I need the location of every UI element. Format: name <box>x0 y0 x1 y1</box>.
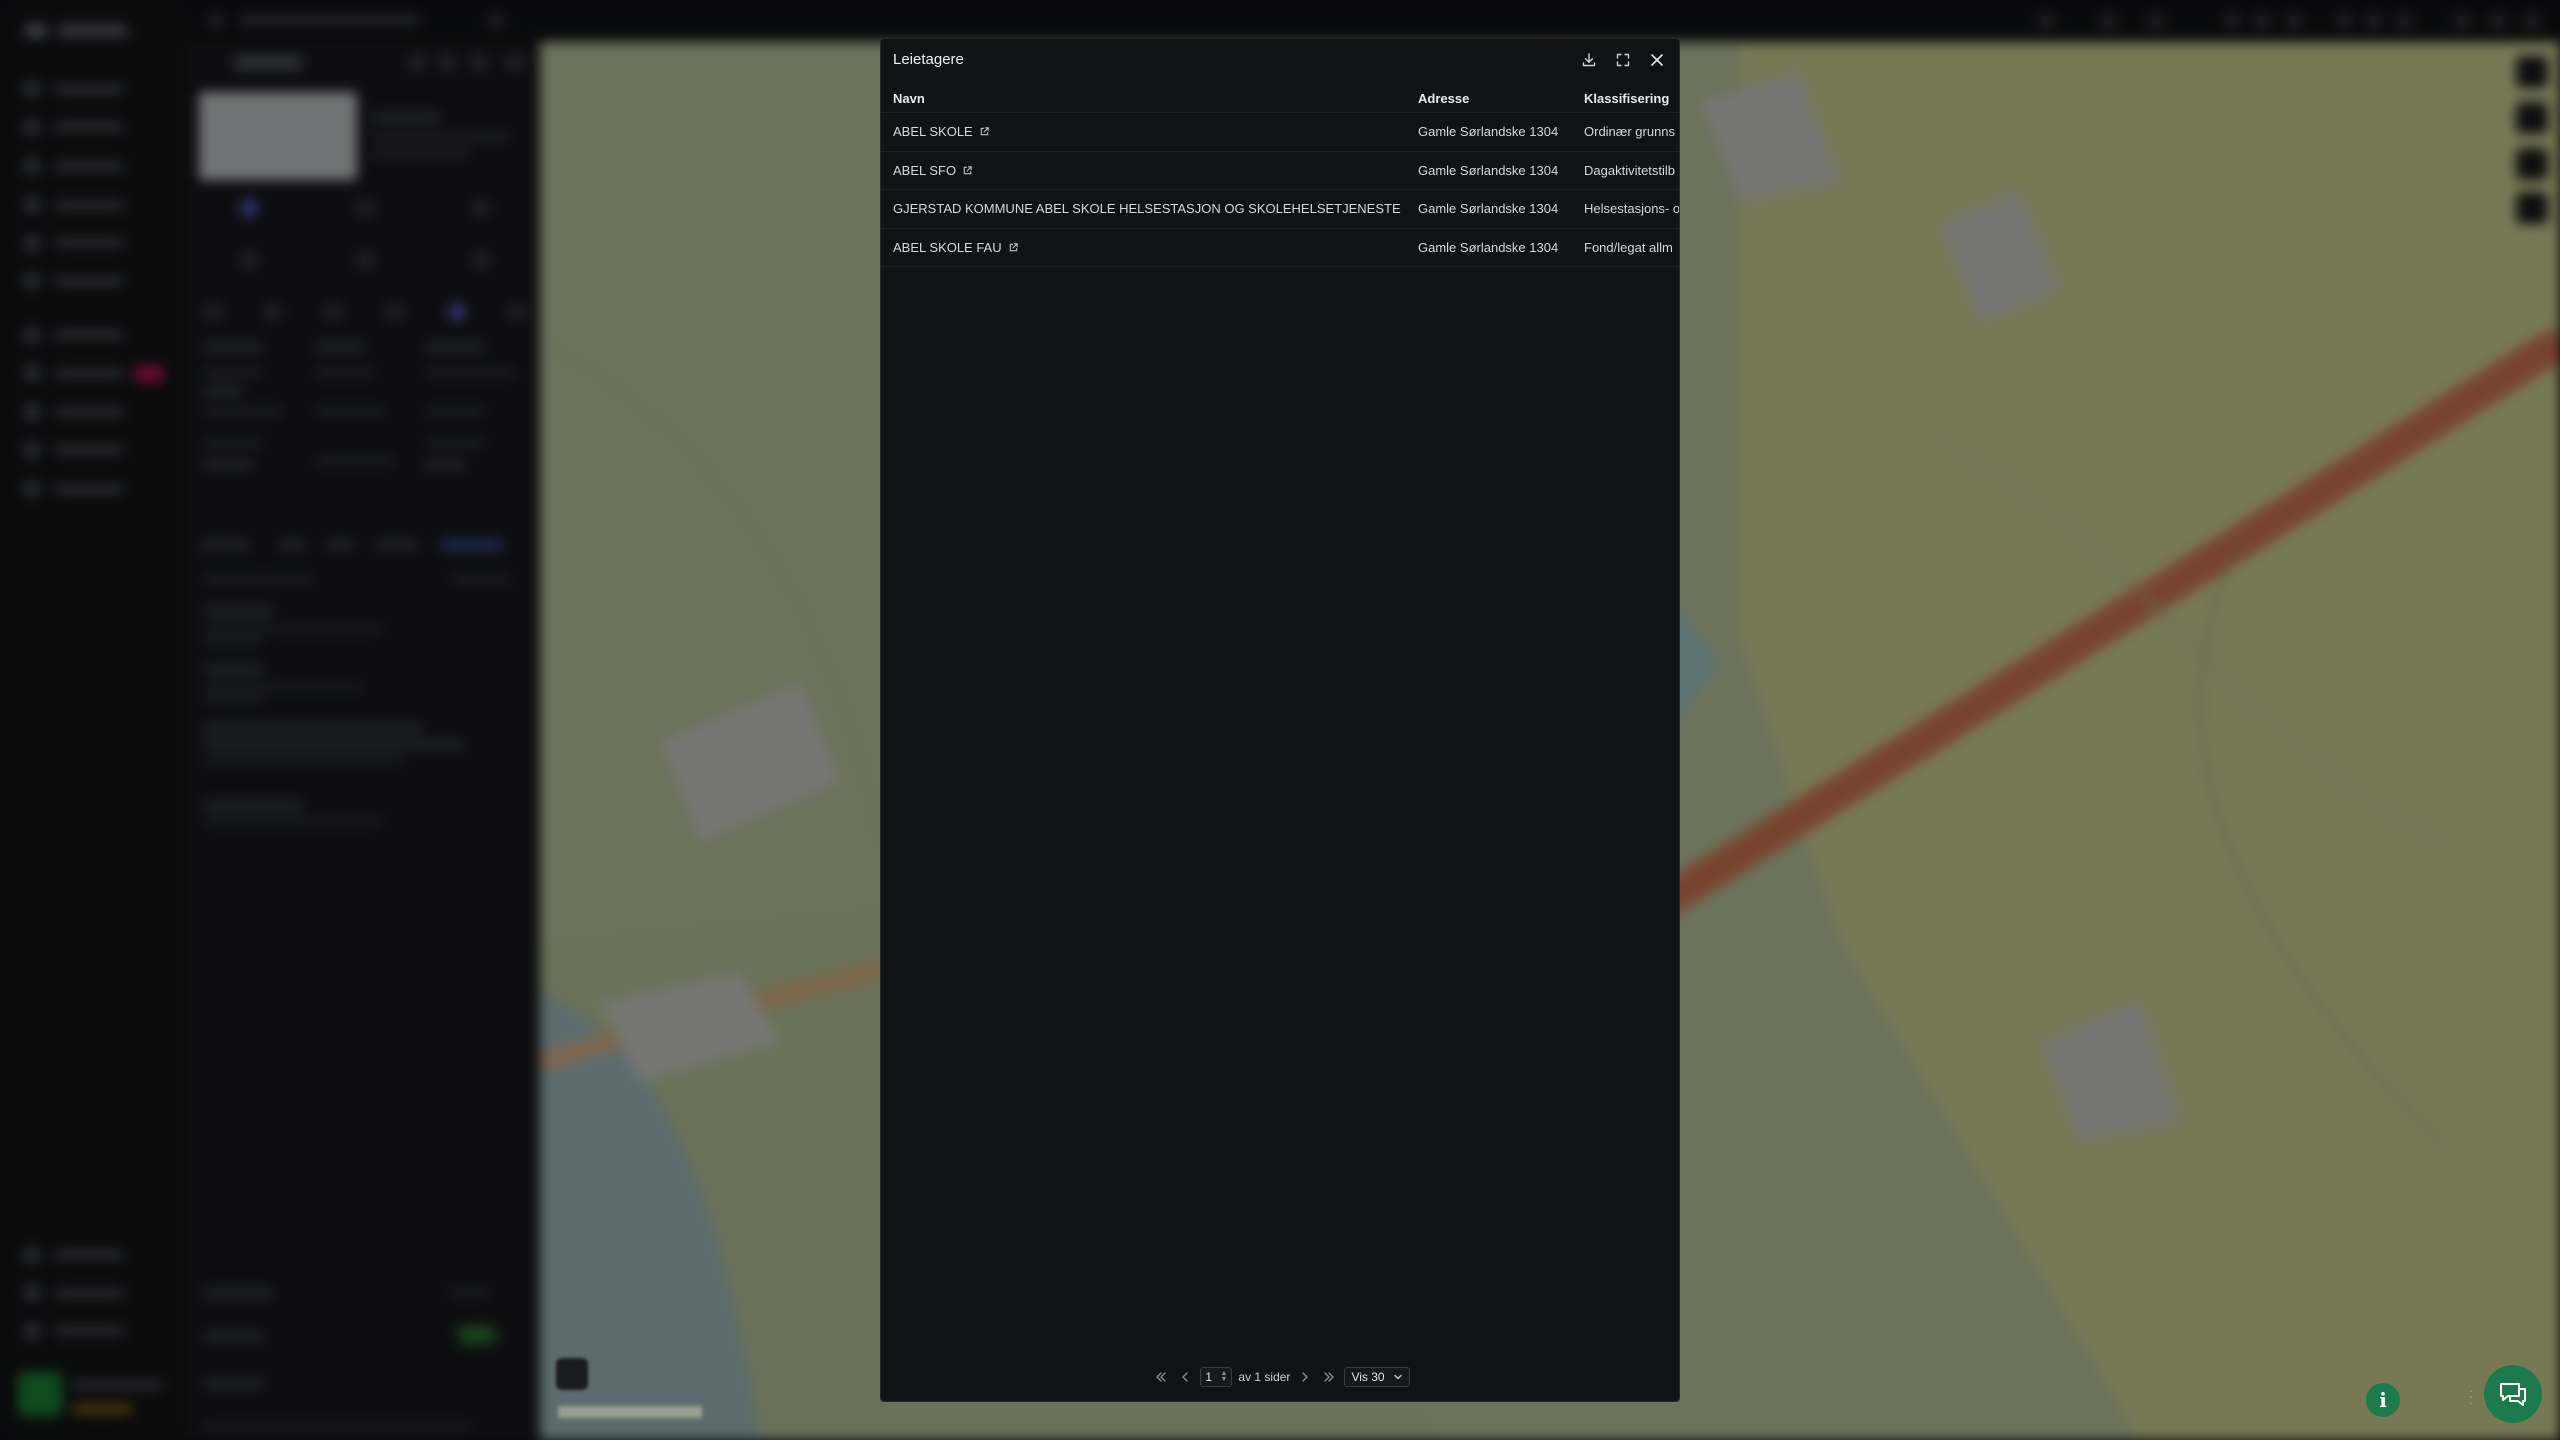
tenant-address-cell: Gamle Sørlandske 1304 <box>1418 201 1559 216</box>
page-size-label: Vis 30 <box>1351 1370 1385 1384</box>
tenant-classification-cell: Fond/legat allm <box>1584 239 1673 255</box>
tenant-classification-cell: Helsestasjons- o <box>1584 201 1680 216</box>
external-link-icon[interactable] <box>979 126 990 137</box>
tenant-classification-cell: Ordinær grunns <box>1584 124 1676 139</box>
page-number-value: 1 <box>1205 1370 1213 1384</box>
column-header-adresse[interactable]: Adresse <box>1418 91 1570 106</box>
chat-button[interactable] <box>2484 1365 2542 1423</box>
tenant-address-cell: Gamle Sørlandske 1304 <box>1418 162 1559 178</box>
tenant-name-cell[interactable]: ABEL SKOLE <box>893 124 1403 139</box>
tenants-modal: Leietagere Navn Adresse Klassifisering A… <box>880 38 1680 1402</box>
page-number-input[interactable]: 1 ▲ ▼ <box>1200 1367 1233 1387</box>
chevron-down-icon <box>1393 1374 1402 1380</box>
tenants-table: Navn Adresse Klassifisering ABEL SKOLE G… <box>881 85 1680 267</box>
tenant-name-link[interactable]: ABEL SKOLE FAU <box>893 240 1002 255</box>
stepper-icon[interactable]: ▲ ▼ <box>1220 1370 1227 1383</box>
table-row: ABEL SKOLE Gamle Sørlandske 1304 Ordinær… <box>881 113 1679 152</box>
chevron-right-icon <box>1302 1372 1309 1382</box>
page-size-select[interactable]: Vis 30 <box>1344 1367 1410 1387</box>
column-header-navn[interactable]: Navn <box>893 91 1403 106</box>
table-header: Navn Adresse Klassifisering <box>881 85 1679 113</box>
column-header-klassifisering[interactable]: Klassifisering <box>1584 91 1679 106</box>
chevrons-right-icon <box>1324 1372 1335 1382</box>
chevron-left-icon <box>1182 1372 1189 1382</box>
modal-title: Leietagere <box>893 51 964 68</box>
table-row: GJERSTAD KOMMUNE ABEL SKOLE HELSESTASJON… <box>881 190 1680 229</box>
close-button[interactable] <box>1645 47 1669 73</box>
download-icon <box>1582 53 1596 67</box>
table-row: ABEL SFO Gamle Sørlandske 1304 Dagaktivi… <box>881 152 1679 190</box>
tenant-name-cell[interactable]: ABEL SFO <box>893 163 1403 178</box>
tenant-name-cell[interactable]: GJERSTAD KOMMUNE ABEL SKOLE HELSESTASJON… <box>893 201 1403 216</box>
pagination: 1 ▲ ▼ av 1 sider Vis 30 <box>881 1365 1679 1389</box>
tenant-address-cell: Gamle Sørlandske 1304 <box>1418 239 1559 255</box>
tenant-classification-cell: Dagaktivitetstilb <box>1584 162 1676 178</box>
info-button[interactable]: i <box>2366 1383 2400 1417</box>
modal-actions <box>1577 47 1669 73</box>
chevrons-left-icon <box>1156 1372 1167 1382</box>
previous-page-button[interactable] <box>1176 1367 1194 1387</box>
table-row: ABEL SKOLE FAU Gamle Sørlandske 1304 Fon… <box>881 229 1679 267</box>
tenant-name-link[interactable]: ABEL SFO <box>893 163 956 178</box>
page-count-label: av 1 sider <box>1238 1370 1291 1384</box>
tenant-name-link[interactable]: GJERSTAD KOMMUNE ABEL SKOLE HELSESTASJON… <box>893 201 1401 216</box>
info-icon: i <box>2379 1388 2387 1412</box>
external-link-icon[interactable] <box>962 165 973 176</box>
expand-icon <box>1616 53 1630 67</box>
map-scale-bar <box>558 1406 702 1418</box>
fullscreen-button[interactable] <box>1611 47 1635 73</box>
next-page-button[interactable] <box>1296 1367 1314 1387</box>
external-link-icon[interactable] <box>1008 242 1019 253</box>
drag-handle-icon[interactable]: ⋮⋮ <box>2462 1386 2496 1408</box>
first-page-button[interactable] <box>1152 1367 1170 1387</box>
close-icon <box>1651 54 1663 66</box>
tenant-address-cell: Gamle Sørlandske 1304 <box>1418 124 1559 139</box>
map-mini-button <box>556 1358 588 1390</box>
chat-icon <box>2500 1383 2526 1406</box>
tenant-name-link[interactable]: ABEL SKOLE <box>893 124 973 139</box>
tenant-name-cell[interactable]: ABEL SKOLE FAU <box>893 240 1403 255</box>
download-button[interactable] <box>1577 47 1601 73</box>
last-page-button[interactable] <box>1320 1367 1338 1387</box>
